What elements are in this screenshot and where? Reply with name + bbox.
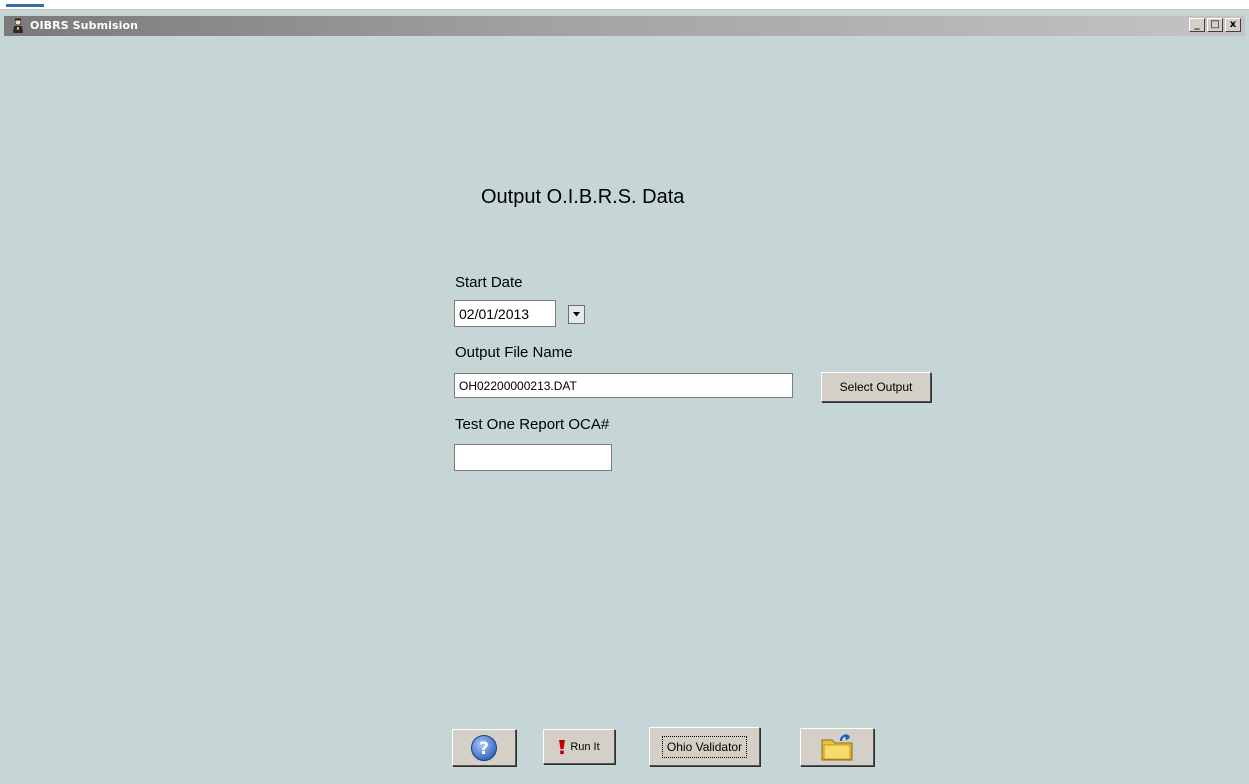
ohio-validator-button[interactable]: Ohio Validator	[649, 727, 760, 766]
date-dropdown-button[interactable]	[568, 305, 585, 324]
output-file-value: OH02200000213.DAT	[459, 378, 577, 393]
maximize-button[interactable]: □	[1207, 18, 1223, 32]
output-file-field[interactable]: OH02200000213.DAT	[454, 373, 793, 398]
chevron-down-icon	[573, 312, 580, 317]
select-output-button[interactable]: Select Output	[821, 372, 931, 402]
select-output-label: Select Output	[839, 380, 913, 394]
help-icon: ?	[471, 734, 497, 761]
ohio-validator-label: Ohio Validator	[661, 735, 748, 758]
test-report-label: Test One Report OCA#	[455, 416, 610, 433]
test-report-field[interactable]	[454, 444, 612, 471]
output-file-label: Output File Name	[455, 344, 573, 361]
close-button[interactable]: x	[1225, 18, 1241, 32]
exclamation-icon	[559, 739, 566, 754]
top-strip-marker	[6, 4, 44, 7]
open-folder-icon	[821, 734, 853, 761]
svg-text:?: ?	[479, 739, 489, 759]
run-it-label: Run It	[570, 740, 600, 753]
open-folder-button[interactable]	[800, 728, 874, 766]
window-title: OIBRS Submision	[30, 19, 139, 32]
help-button[interactable]: ?	[452, 729, 516, 766]
start-date-field[interactable]: 02/01/2013	[454, 300, 556, 327]
top-strip	[0, 0, 1249, 10]
page-heading: Output O.I.B.R.S. Data	[481, 186, 685, 208]
start-date-value: 02/01/2013	[459, 305, 530, 322]
minimize-button[interactable]: _	[1189, 18, 1205, 32]
app-officer-icon	[13, 18, 23, 33]
start-date-label: Start Date	[455, 274, 523, 291]
run-it-button[interactable]: Run It	[543, 729, 615, 764]
window-controls: _ □ x	[1189, 18, 1241, 32]
window-titlebar[interactable]: OIBRS Submision _ □ x	[4, 16, 1245, 36]
